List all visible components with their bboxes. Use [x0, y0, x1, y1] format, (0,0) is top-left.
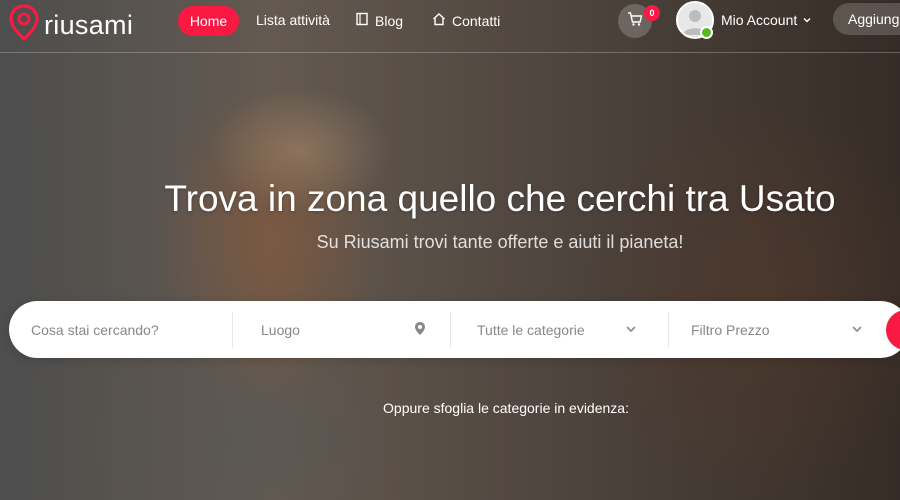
- map-pin-icon: [414, 321, 426, 339]
- cart-icon: [627, 11, 643, 32]
- field-divider: [450, 312, 451, 348]
- home-icon: [432, 12, 446, 29]
- nav-blog[interactable]: Blog: [355, 12, 403, 29]
- hero-title: Trova in zona quello che cerchi tra Usat…: [164, 178, 836, 219]
- logo-pin-icon: [8, 4, 40, 47]
- price-filter-select[interactable]: Filtro Prezzo: [691, 301, 866, 358]
- chevron-down-icon: [802, 12, 812, 28]
- location-field: [259, 301, 429, 358]
- nav-blog-label: Blog: [375, 12, 404, 29]
- browse-categories-text: Oppure sfoglia le categorie in evidenza:: [383, 400, 629, 416]
- hero-subtitle: Su Riusami trovi tante offerte e aiuti i…: [316, 232, 684, 252]
- nav-contacts[interactable]: Contatti: [432, 12, 500, 29]
- logo[interactable]: riusami: [8, 4, 133, 47]
- add-listing-button[interactable]: Aggiungi: [833, 3, 900, 35]
- account-menu[interactable]: Mio Account: [721, 12, 812, 28]
- field-divider: [668, 312, 669, 348]
- cart-count-badge: 0: [644, 5, 660, 21]
- nav-listings-label: Lista attività: [256, 12, 330, 28]
- nav-home[interactable]: Home: [178, 6, 239, 36]
- book-icon: [355, 12, 369, 29]
- account-label: Mio Account: [721, 12, 798, 28]
- chevron-down-icon: [851, 322, 863, 338]
- price-filter-value: Filtro Prezzo: [691, 321, 770, 338]
- nav-contacts-label: Contatti: [452, 12, 501, 29]
- category-select-value: Tutte le categorie: [477, 321, 585, 338]
- chevron-down-icon: [625, 322, 637, 338]
- query-field: [29, 301, 229, 358]
- query-input[interactable]: [29, 320, 223, 339]
- field-divider: [232, 312, 233, 348]
- online-status-dot: [700, 26, 713, 39]
- search-bar: Tutte le categorie Filtro Prezzo: [9, 301, 900, 358]
- nav-listings[interactable]: Lista attività: [256, 12, 330, 28]
- location-input[interactable]: [259, 320, 413, 339]
- search-button[interactable]: [886, 310, 900, 350]
- top-navigation-bar: riusami Home Lista attività Blog Contatt…: [0, 0, 900, 53]
- category-select[interactable]: Tutte le categorie: [477, 301, 642, 358]
- logo-text: riusami: [44, 10, 134, 40]
